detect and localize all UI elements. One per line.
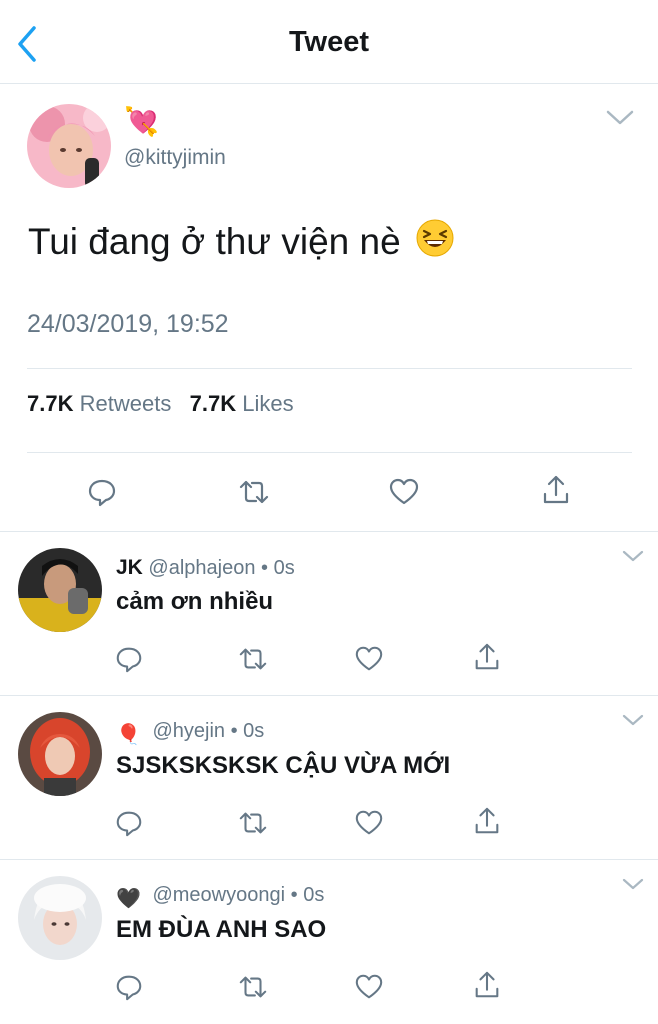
reply-header: 🖤 @meowyoongi • 0s: [116, 884, 324, 911]
separator: •: [261, 557, 269, 579]
avatar[interactable]: [27, 104, 111, 188]
likes-label: Likes: [242, 391, 294, 416]
author-handle[interactable]: @kittyjimin: [124, 146, 226, 170]
share-button[interactable]: [472, 970, 504, 1002]
reply-text: cảm ơn nhiều: [116, 588, 274, 615]
tweet-timestamp: 24/03/2019, 19:52: [27, 310, 229, 338]
reply-text: EM ĐÙA ANH SAO: [116, 916, 327, 943]
heart-icon: [355, 974, 383, 999]
reply-icon: [88, 479, 116, 507]
retweet-icon: [239, 648, 267, 670]
divider: [27, 452, 632, 453]
reply-tweet[interactable]: JK @alphajeon • 0s cảm ơn nhiều: [0, 532, 658, 696]
chevron-down-icon[interactable]: [620, 710, 646, 730]
like-button[interactable]: [388, 476, 420, 508]
reply-text: SJSKSKSKSK CẬU VỪA MỚI: [116, 752, 451, 779]
like-button[interactable]: [354, 972, 386, 1004]
reply-handle[interactable]: @alphajeon: [148, 557, 255, 579]
laughing-emoji-icon: [415, 218, 455, 267]
main-tweet: 💘 @kittyjimin Tui đang ở thư viện nè 24/…: [0, 84, 658, 532]
reply-header: JK @alphajeon • 0s: [116, 556, 295, 580]
retweets-count: 7.7K: [27, 391, 74, 416]
reply-icon: [116, 647, 142, 673]
author-name-emoji: 💘: [124, 106, 159, 137]
reply-button[interactable]: [114, 972, 146, 1004]
engagement-stats: 7.7K Retweets 7.7K Likes: [27, 391, 294, 417]
reply-handle[interactable]: @hyejin: [152, 720, 225, 742]
chevron-down-icon[interactable]: [604, 106, 636, 130]
reply-icon: [116, 811, 142, 837]
like-button[interactable]: [354, 644, 386, 676]
reply-tweet[interactable]: 🖤 @meowyoongi • 0s EM ĐÙA ANH SAO: [0, 860, 658, 1024]
page-title: Tweet: [288, 26, 370, 58]
share-icon: [475, 807, 499, 834]
retweet-button[interactable]: [238, 476, 270, 508]
chevron-down-icon[interactable]: [620, 874, 646, 894]
retweet-button[interactable]: [238, 808, 270, 840]
avatar[interactable]: [18, 548, 102, 632]
share-button[interactable]: [540, 474, 572, 506]
reply-time: 0s: [273, 557, 295, 579]
share-button[interactable]: [472, 642, 504, 674]
share-icon: [475, 643, 499, 670]
avatar[interactable]: [18, 876, 102, 960]
chevron-down-icon[interactable]: [620, 546, 646, 566]
tweet-text: Tui đang ở thư viện nè: [28, 218, 455, 267]
retweet-icon: [239, 812, 267, 834]
reply-time: 0s: [243, 720, 265, 742]
heart-icon: [355, 810, 383, 835]
retweets-label: Retweets: [79, 391, 172, 416]
divider: [27, 368, 632, 369]
share-button[interactable]: [472, 806, 504, 838]
likes-count: 7.7K: [189, 391, 237, 416]
tweet-text-content: Tui đang ở thư viện nè: [28, 221, 401, 262]
retweet-icon: [239, 480, 269, 504]
reply-button[interactable]: [114, 808, 146, 840]
like-button[interactable]: [354, 808, 386, 840]
reply-icon: [116, 975, 142, 1001]
heart-icon: [389, 478, 419, 505]
reply-author-name-emoji[interactable]: 🖤: [116, 886, 141, 911]
heart-icon: [355, 646, 383, 671]
retweet-button[interactable]: [238, 644, 270, 676]
reply-tweet[interactable]: 🎈 @hyejin • 0s SJSKSKSKSK CẬU VỪA MỚI: [0, 696, 658, 860]
reply-time: 0s: [303, 884, 325, 906]
retweet-icon: [239, 976, 267, 998]
reply-button[interactable]: [114, 644, 146, 676]
reply-header: 🎈 @hyejin • 0s: [116, 720, 264, 747]
reply-author-name-emoji[interactable]: 🎈: [116, 722, 141, 747]
reply-button[interactable]: [86, 476, 118, 508]
reply-handle[interactable]: @meowyoongi: [152, 884, 285, 906]
share-icon: [475, 971, 499, 998]
reply-author-name[interactable]: JK: [116, 556, 143, 579]
share-icon: [543, 475, 569, 504]
avatar[interactable]: [18, 712, 102, 796]
nav-header: Tweet: [0, 0, 658, 84]
separator: •: [230, 720, 238, 742]
likes-stat[interactable]: 7.7K Likes: [190, 391, 294, 416]
retweets-stat[interactable]: 7.7K Retweets: [27, 391, 171, 416]
separator: •: [290, 884, 298, 906]
retweet-button[interactable]: [238, 972, 270, 1004]
